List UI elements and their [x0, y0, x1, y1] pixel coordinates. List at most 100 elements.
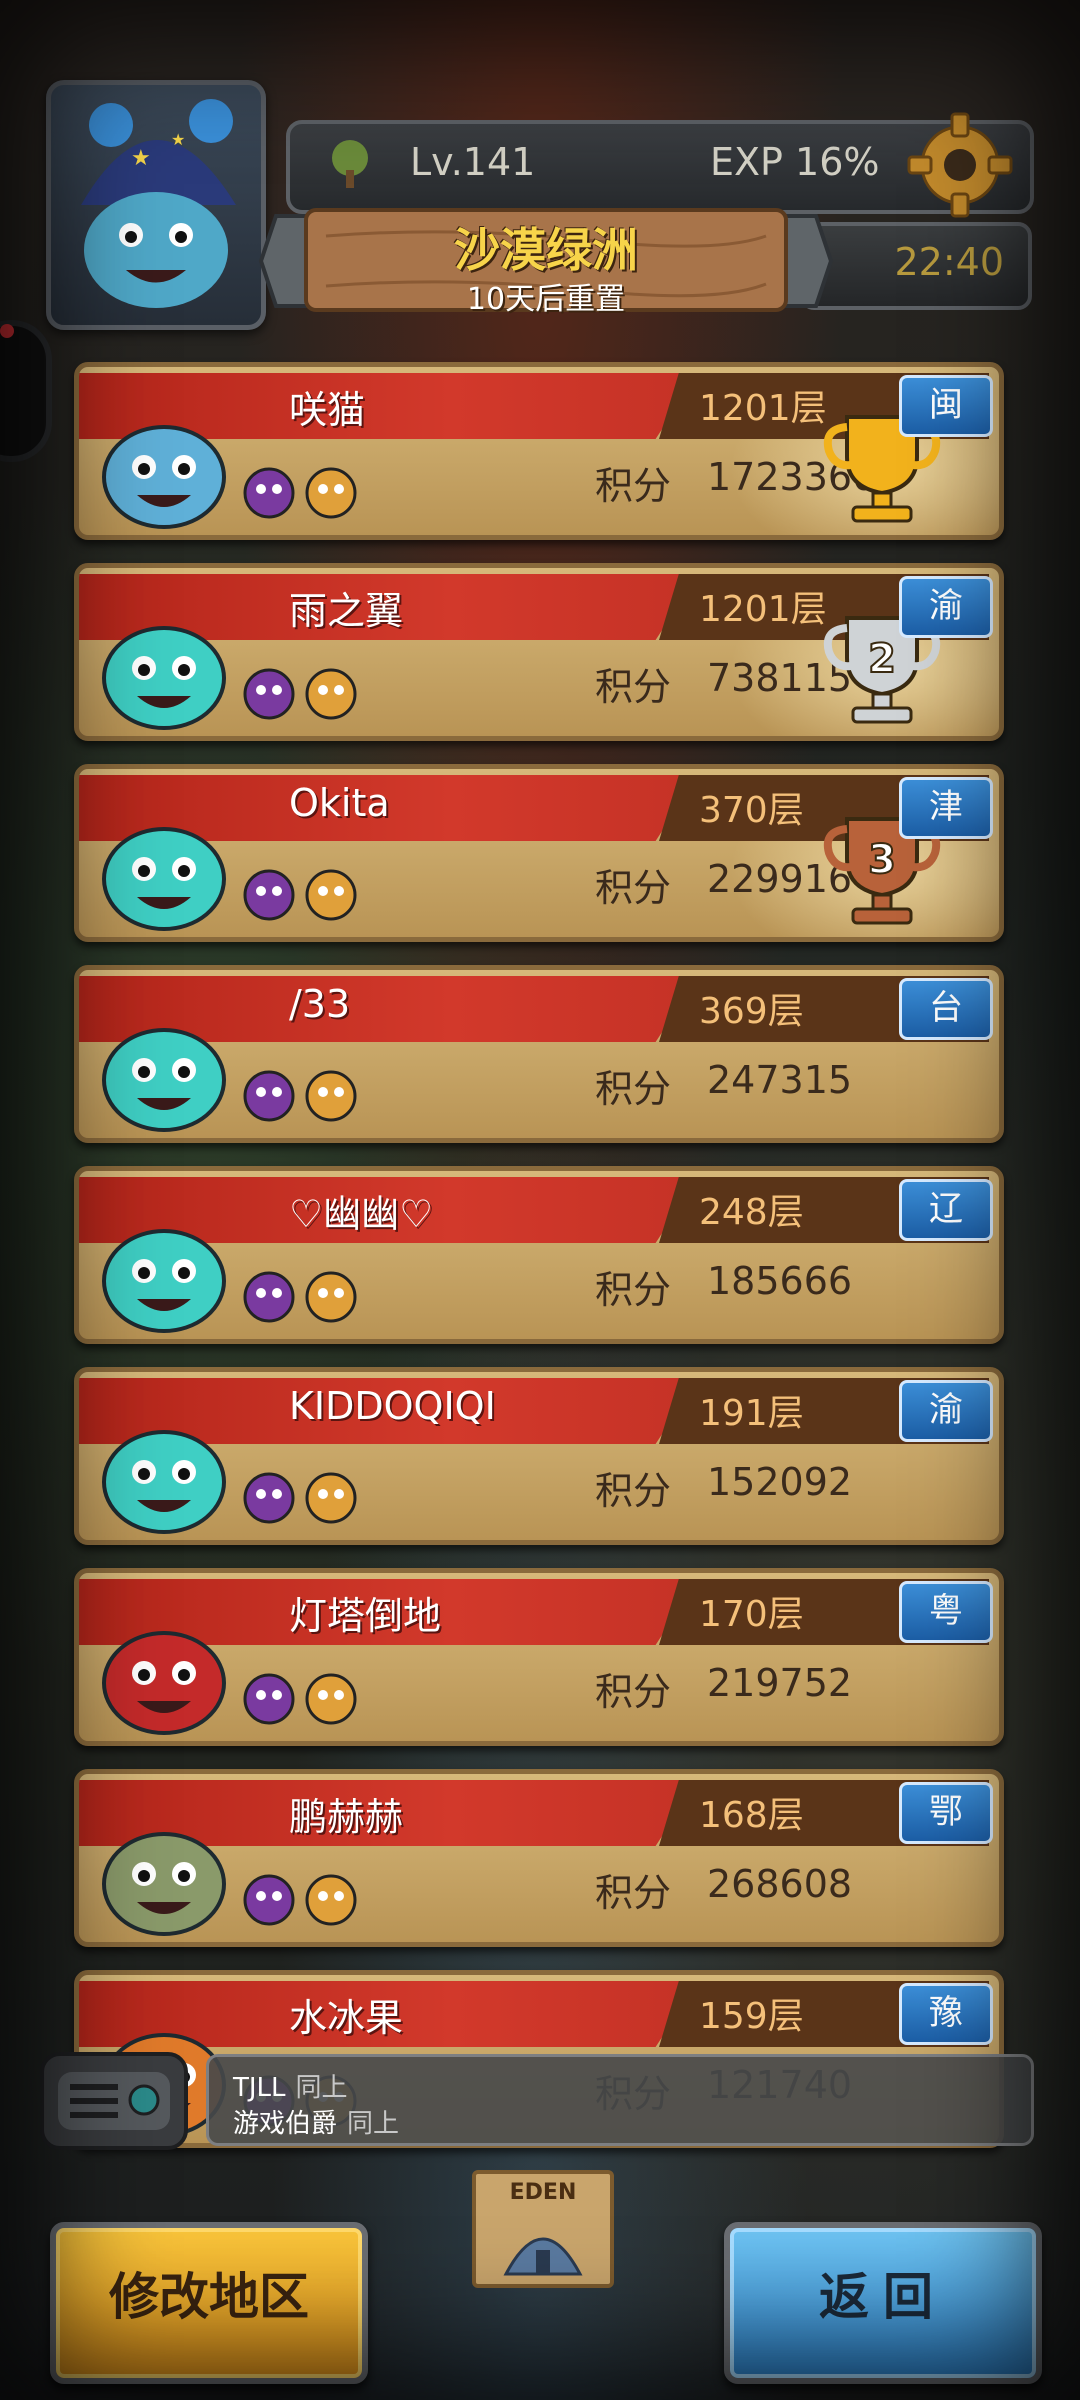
eden-building[interactable]: EDEN — [472, 2170, 614, 2288]
player-avatar-icon — [102, 1028, 226, 1132]
map-name: 沙漠绿洲 — [454, 223, 638, 277]
ranking-row[interactable]: ♡幽幽♡ 248层 积分 185666 辽 — [74, 1166, 1004, 1344]
reset-note: 10天后重置 — [466, 282, 626, 317]
companion-icon — [305, 1874, 357, 1926]
player-name: 咲猫 — [289, 388, 366, 432]
score-label: 积分 — [595, 1670, 672, 1714]
floor-count: 168层 — [699, 1795, 804, 1836]
settings-gear-icon[interactable] — [905, 110, 1015, 220]
player-name: KIDDOQIQI — [289, 1384, 496, 1428]
ranking-row[interactable]: KIDDOQIQI 191层 积分 152092 渝 — [74, 1367, 1004, 1545]
floor-count: 248层 — [699, 1192, 804, 1233]
trophy-number: 3 — [868, 837, 896, 883]
score-label: 积分 — [595, 1871, 672, 1915]
chat-feed[interactable]: TJLL 同上 游戏伯爵 同上 — [206, 2054, 1034, 2146]
floor-count: 1201层 — [699, 589, 827, 630]
chat-user: TJLL — [233, 2073, 286, 2103]
ranking-row[interactable]: Okita 370层 积分 229916 3 津 — [74, 764, 1004, 942]
chat-text: 同上 — [347, 2109, 400, 2139]
player-level: Lv.141 — [410, 140, 536, 184]
dome-building-icon — [503, 2237, 583, 2276]
player-name: 水冰果 — [289, 1996, 404, 2040]
ranking-row[interactable]: 鹏赫赫 168层 积分 268608 鄂 — [74, 1769, 1004, 1947]
player-avatar-icon — [102, 1832, 226, 1936]
score-value: 185666 — [707, 1259, 853, 1303]
player-avatar[interactable]: ★ ★ — [46, 80, 266, 330]
ranking-list[interactable]: 咲猫 1201层 积分 1723360 闽 雨之翼 1201层 积分 73811… — [74, 362, 1004, 2171]
chat-message: 游戏伯爵 同上 — [233, 2103, 399, 2140]
eden-label: EDEN — [509, 2180, 577, 2205]
notification-dot — [0, 324, 14, 338]
region-badge[interactable]: 豫 — [899, 1983, 993, 2045]
region-badge[interactable]: 鄂 — [899, 1782, 993, 1844]
tree-icon — [332, 140, 368, 188]
score-label: 积分 — [595, 1469, 672, 1513]
floor-count: 191层 — [699, 1393, 804, 1434]
ranking-row[interactable]: /33 369层 积分 247315 台 — [74, 965, 1004, 1143]
companion-icon — [305, 467, 357, 519]
region-badge[interactable]: 辽 — [899, 1179, 993, 1241]
region-badge[interactable]: 渝 — [899, 1380, 993, 1442]
region-badge[interactable]: 台 — [899, 978, 993, 1040]
side-progress-ring — [0, 320, 52, 462]
radio-icon — [58, 2072, 170, 2130]
score-label: 积分 — [595, 1268, 672, 1312]
chat-toggle-button[interactable] — [40, 2052, 188, 2150]
score-value: 268608 — [707, 1862, 853, 1906]
trophy-number: 2 — [868, 636, 896, 682]
player-avatar-icon — [102, 827, 226, 931]
player-avatar-icon — [102, 1430, 226, 1534]
companion-icon — [305, 1472, 357, 1524]
ranking-row[interactable]: 咲猫 1201层 积分 1723360 闽 — [74, 362, 1004, 540]
ranking-row[interactable]: 灯塔倒地 170层 积分 219752 粤 — [74, 1568, 1004, 1746]
floor-count: 369层 — [699, 991, 804, 1032]
companion-icon — [305, 1673, 357, 1725]
score-label: 积分 — [595, 464, 672, 508]
companion-icon — [243, 1271, 295, 1323]
companion-icon — [305, 668, 357, 720]
companion-icon — [243, 869, 295, 921]
companion-icon — [243, 1070, 295, 1122]
player-name: 雨之翼 — [289, 589, 404, 633]
floor-count: 159层 — [699, 1996, 804, 2037]
player-exp: EXP 16% — [710, 140, 880, 184]
companion-icon — [305, 1070, 357, 1122]
player-name: Okita — [289, 781, 390, 825]
svg-text:★: ★ — [131, 146, 151, 171]
player-avatar-icon — [102, 626, 226, 730]
companion-icon — [305, 1271, 357, 1323]
wizard-avatar-icon: ★ ★ — [81, 99, 236, 308]
chat-text: 同上 — [295, 2073, 348, 2103]
score-value: 219752 — [707, 1661, 853, 1705]
floor-count: 170层 — [699, 1594, 804, 1635]
timer-text: 22:40 — [894, 240, 1004, 284]
player-avatar-icon — [102, 1229, 226, 1333]
region-badge[interactable]: 津 — [899, 777, 993, 839]
player-name: 鹏赫赫 — [289, 1795, 404, 1839]
player-name: ♡幽幽♡ — [289, 1192, 434, 1236]
svg-text:★: ★ — [171, 130, 185, 149]
companion-icon — [305, 869, 357, 921]
companion-icon — [243, 467, 295, 519]
region-badge[interactable]: 粤 — [899, 1581, 993, 1643]
player-name: /33 — [289, 982, 351, 1026]
chat-user: 游戏伯爵 — [233, 2109, 338, 2139]
change-region-button[interactable]: 修改地区 — [50, 2222, 368, 2384]
score-label: 积分 — [595, 866, 672, 910]
region-badge[interactable]: 闽 — [899, 375, 993, 437]
companion-icon — [243, 1874, 295, 1926]
chat-message: TJLL 同上 — [233, 2067, 348, 2104]
floor-count: 1201层 — [699, 388, 827, 429]
score-value: 152092 — [707, 1460, 853, 1504]
region-badge[interactable]: 渝 — [899, 576, 993, 638]
player-name: 灯塔倒地 — [289, 1594, 442, 1638]
companion-icon — [243, 668, 295, 720]
score-label: 积分 — [595, 1067, 672, 1111]
score-value: 247315 — [707, 1058, 853, 1102]
companion-icon — [243, 1673, 295, 1725]
player-avatar-icon — [102, 1631, 226, 1735]
ranking-row[interactable]: 雨之翼 1201层 积分 738115 2 渝 — [74, 563, 1004, 741]
floor-count: 370层 — [699, 790, 804, 831]
back-button[interactable]: 返回 — [724, 2222, 1042, 2384]
player-avatar-icon — [102, 425, 226, 529]
